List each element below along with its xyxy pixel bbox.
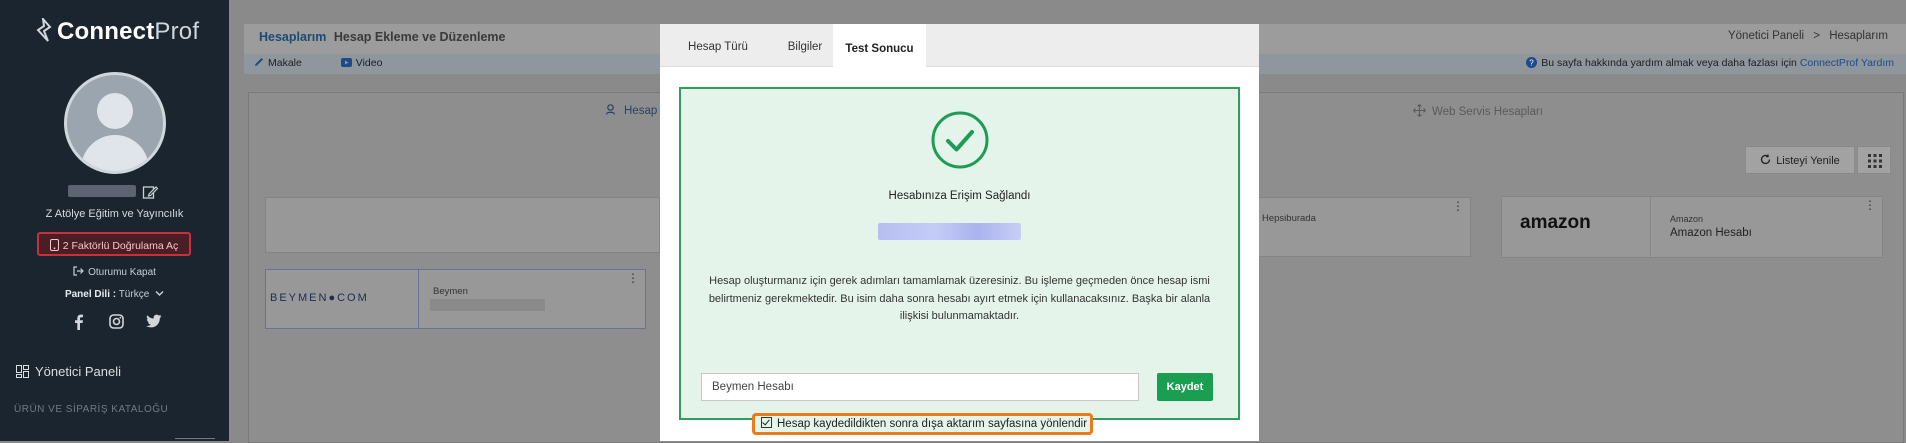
help-description: Bu sayfa hakkında yardım almak veya daha…: [1541, 57, 1797, 69]
breadcrumb-root[interactable]: Yönetici Paneli: [1728, 30, 1804, 42]
tab-test-result[interactable]: Test Sonucu: [833, 24, 926, 69]
account-identifier-redacted: [878, 223, 1021, 240]
account-card-marketplace: Amazon: [1670, 214, 1704, 224]
breadcrumb: Yönetici Paneli > Hesaplarım: [1728, 30, 1888, 42]
twofa-button[interactable]: 2 Faktörlü Doğrulama Aç: [37, 232, 191, 256]
user-icon: [605, 104, 616, 115]
dashboard-icon: [16, 365, 29, 378]
user-name-redacted: [68, 185, 136, 197]
account-card-label: Hepsiburada: [1262, 213, 1316, 224]
sidebar-item-admin-panel[interactable]: Yönetici Paneli: [16, 364, 121, 379]
avatar-head: [97, 93, 133, 129]
facebook-icon[interactable]: [72, 314, 86, 330]
more-icon[interactable]: ⋮: [1864, 199, 1876, 211]
breadcrumb-current: Hesaplarım: [1829, 30, 1888, 42]
breadcrumb-separator: >: [1813, 30, 1820, 42]
logo-icon: [36, 18, 52, 42]
tab-accounts[interactable]: Hesap: [605, 104, 658, 117]
video-link[interactable]: Video: [340, 57, 401, 69]
modal-tabs: Hesap Türü Bilgiler Test Sonucu: [660, 24, 1259, 69]
avatar-body: [81, 135, 149, 171]
logout-link[interactable]: Oturumu Kapat: [0, 266, 229, 278]
redirect-checkbox[interactable]: Hesap kaydedildikten sonra dışa aktarım …: [752, 413, 1093, 435]
twofa-label: 2 Faktörlü Doğrulama Aç: [62, 240, 179, 252]
beymen-logo: BEYMEN●COM: [270, 292, 369, 304]
edit-icon[interactable]: [142, 184, 158, 200]
phone-icon: [49, 239, 59, 251]
refresh-label: Listeyi Yenile: [1776, 155, 1840, 167]
help-link[interactable]: ConnectProf Yardım: [1800, 57, 1894, 69]
tab-webservice-label: Web Servis Hesapları: [1432, 106, 1543, 118]
svg-text:?: ?: [1530, 59, 1535, 68]
logout-icon: [73, 266, 84, 276]
card-divider: [1650, 197, 1651, 257]
redirect-label: Hesap kaydedildikten sonra dışa aktarım …: [777, 418, 1088, 430]
account-name-instructions: Hesap oluşturmanız için gerek adımları t…: [708, 275, 1211, 322]
save-button[interactable]: Kaydet: [1157, 373, 1213, 401]
amazon-logo: amazon: [1520, 212, 1591, 233]
account-card-hepsiburada[interactable]: Hepsiburada ⋮: [1258, 197, 1471, 257]
grid-icon: [1868, 154, 1882, 168]
twitter-icon[interactable]: [146, 314, 162, 328]
sidebar-divider: [175, 438, 215, 439]
app-logo[interactable]: ConnectProf: [33, 18, 199, 46]
card-divider: [418, 270, 419, 328]
refresh-list-button[interactable]: Listeyi Yenile: [1745, 146, 1855, 174]
tab-webservice[interactable]: Web Servis Hesapları: [1413, 104, 1543, 118]
move-icon: [1413, 104, 1426, 117]
account-card-marketplace: Beymen: [433, 286, 468, 297]
account-card-placeholder[interactable]: [265, 197, 660, 253]
language-value: Türkçe: [118, 289, 150, 300]
page-title: Hesaplarım Hesap Ekleme ve Düzenleme: [259, 30, 506, 44]
test-result-modal: Hesap Türü Bilgiler Test Sonucu Hesabını…: [660, 24, 1259, 441]
success-panel: Hesabınıza Erişim Sağlandı Hesap oluştur…: [679, 87, 1240, 435]
checkbox-checked-icon[interactable]: [761, 417, 772, 428]
social-links: [72, 314, 162, 330]
sidebar-section-catalog: ÜRÜN VE SİPARİŞ KATALOĞU: [14, 404, 169, 415]
success-title: Hesabınıza Erişim Sağlandı: [888, 190, 1031, 202]
article-link[interactable]: Makale: [254, 57, 320, 69]
page-title-main: Hesaplarım: [259, 30, 327, 44]
question-icon: ?: [1526, 57, 1538, 68]
account-name-input[interactable]: [701, 373, 1139, 401]
logo-accent-text: Prof: [154, 18, 200, 45]
instagram-icon[interactable]: [108, 314, 124, 329]
sidebar: ConnectProf Z Atölye Eğitim ve Yayıncılı…: [0, 0, 229, 441]
refresh-icon: [1761, 154, 1771, 165]
account-card-name: Amazon Hesabı: [1670, 227, 1752, 239]
tab-accounts-label: Hesap: [624, 105, 658, 117]
chevron-down-icon: [155, 290, 164, 297]
logo-main-text: Connect: [57, 18, 155, 45]
sidebar-item-label: Yönetici Paneli: [35, 364, 121, 379]
success-check-icon: [931, 111, 989, 169]
company-name: Z Atölye Eğitim ve Yayıncılık: [45, 208, 184, 220]
avatar[interactable]: [64, 72, 166, 174]
panel-language[interactable]: Panel Dili : Türkçe: [0, 289, 229, 300]
pencil-icon: [255, 58, 263, 66]
more-icon[interactable]: ⋮: [1452, 200, 1464, 212]
video-icon: [340, 58, 352, 67]
page-title-sub: Hesap Ekleme ve Düzenleme: [333, 30, 506, 44]
account-name-redacted: [430, 299, 545, 311]
grid-view-button[interactable]: [1857, 146, 1891, 174]
article-label: Makale: [268, 57, 302, 69]
help-links: Makale Video: [254, 57, 418, 69]
video-label: Video: [355, 57, 383, 69]
tab-account-type[interactable]: Hesap Türü: [678, 24, 758, 67]
more-icon[interactable]: ⋮: [627, 272, 639, 284]
logout-label: Oturumu Kapat: [88, 267, 156, 278]
help-text: ? Bu sayfa hakkında yardım almak veya dah…: [1526, 57, 1894, 69]
language-label: Panel Dili :: [64, 289, 117, 300]
